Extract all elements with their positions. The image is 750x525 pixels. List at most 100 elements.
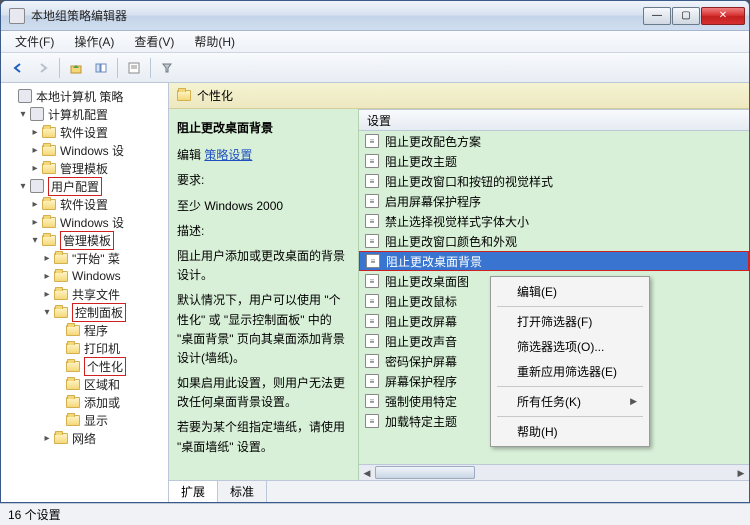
list-item[interactable]: ≡阻止更改窗口颜色和外观 bbox=[359, 231, 749, 251]
tree-panel[interactable]: 本地计算机 策略▾计算机配置▸软件设置▸Windows 设▸管理模板▾用户配置▸… bbox=[1, 83, 169, 502]
up-button[interactable] bbox=[65, 57, 87, 79]
expander-icon[interactable]: ▸ bbox=[41, 270, 53, 282]
filter-button[interactable] bbox=[156, 57, 178, 79]
tree-label: 计算机配置 bbox=[48, 106, 108, 123]
expander-icon[interactable]: ▾ bbox=[17, 108, 29, 120]
expander-icon[interactable]: ▸ bbox=[29, 198, 41, 210]
tree-node[interactable]: 个性化 bbox=[3, 357, 166, 375]
expander-icon[interactable]: ▾ bbox=[41, 306, 53, 318]
tree-node[interactable]: 添加或 bbox=[3, 393, 166, 411]
tree-node[interactable]: ▾ 计算机配置 bbox=[3, 105, 166, 123]
list-item-label: 密码保护屏幕 bbox=[385, 353, 457, 370]
tree-label: 控制面板 bbox=[72, 303, 126, 322]
close-button[interactable]: ✕ bbox=[701, 7, 745, 25]
scroll-right-icon[interactable]: ▶ bbox=[733, 465, 749, 480]
scroll-left-icon[interactable]: ◀ bbox=[359, 465, 375, 480]
expander-icon[interactable]: ▸ bbox=[41, 432, 53, 444]
context-menu-item[interactable]: 打开筛选器(F) bbox=[493, 309, 647, 334]
tree-node[interactable]: ▾ 用户配置 bbox=[3, 177, 166, 195]
tree-node[interactable]: ▸"开始" 菜 bbox=[3, 249, 166, 267]
expander-icon[interactable]: ▸ bbox=[41, 288, 53, 300]
expander-icon[interactable] bbox=[5, 90, 17, 102]
list-item[interactable]: ≡阻止更改配色方案 bbox=[359, 131, 749, 151]
tree-node[interactable]: ▸共享文件 bbox=[3, 285, 166, 303]
content-title: 个性化 bbox=[197, 87, 233, 104]
expander-icon[interactable] bbox=[53, 378, 65, 390]
expander-icon[interactable]: ▸ bbox=[29, 144, 41, 156]
scrollbar-horizontal[interactable]: ◀ ▶ bbox=[359, 464, 749, 480]
context-menu-item[interactable]: 重新应用筛选器(E) bbox=[493, 359, 647, 384]
expander-icon[interactable]: ▸ bbox=[29, 162, 41, 174]
folder-icon bbox=[66, 361, 80, 372]
forward-button[interactable] bbox=[32, 57, 54, 79]
tree-node[interactable]: ▸ Windows 设 bbox=[3, 213, 166, 231]
maximize-button[interactable]: ▢ bbox=[672, 7, 700, 25]
tree-node[interactable]: 打印机 bbox=[3, 339, 166, 357]
list-item-label: 阻止更改窗口和按钮的视觉样式 bbox=[385, 173, 553, 190]
context-menu-item[interactable]: 所有任务(K)▶ bbox=[493, 389, 647, 414]
tab-standard[interactable]: 标准 bbox=[218, 481, 267, 502]
list-column-header[interactable]: 设置 bbox=[359, 109, 749, 131]
expander-icon[interactable] bbox=[53, 324, 65, 336]
show-hide-button[interactable] bbox=[90, 57, 112, 79]
expander-icon[interactable]: ▾ bbox=[17, 180, 29, 192]
tree-node[interactable]: 本地计算机 策略 bbox=[3, 87, 166, 105]
content-panel: 个性化 阻止更改桌面背景 编辑 策略设置 要求: 至少 Windows 2000… bbox=[169, 83, 749, 502]
tree-node[interactable]: ▸ 软件设置 bbox=[3, 123, 166, 141]
tree-node[interactable]: ▸网络 bbox=[3, 429, 166, 447]
setting-icon: ≡ bbox=[365, 334, 379, 348]
folder-icon bbox=[42, 199, 56, 210]
tree-node[interactable]: ▾管理模板 bbox=[3, 231, 166, 249]
expander-icon[interactable]: ▸ bbox=[29, 126, 41, 138]
tree-node[interactable]: ▾ 控制面板 bbox=[3, 303, 166, 321]
list-item[interactable]: ≡阻止更改主题 bbox=[359, 151, 749, 171]
properties-button[interactable] bbox=[123, 57, 145, 79]
tree-node[interactable]: ▸软件设置 bbox=[3, 195, 166, 213]
tree-node[interactable]: 显示 bbox=[3, 411, 166, 429]
tree-label: 管理模板 bbox=[60, 160, 108, 177]
minimize-button[interactable]: — bbox=[643, 7, 671, 25]
context-menu-item[interactable]: 筛选器选项(O)... bbox=[493, 334, 647, 359]
desc-label: 描述: bbox=[177, 222, 350, 241]
tree-node[interactable]: 区域和 bbox=[3, 375, 166, 393]
tree-label: Windows 设 bbox=[60, 214, 124, 231]
menu-action[interactable]: 操作(A) bbox=[64, 31, 124, 52]
folder-icon bbox=[42, 217, 56, 228]
tree-label: 程序 bbox=[84, 322, 108, 339]
menu-item-label: 筛选器选项(O)... bbox=[517, 338, 604, 355]
list-item[interactable]: ≡禁止选择视觉样式字体大小 bbox=[359, 211, 749, 231]
tree-node[interactable]: 程序 bbox=[3, 321, 166, 339]
tree-label: 用户配置 bbox=[48, 177, 102, 196]
menu-file[interactable]: 文件(F) bbox=[5, 31, 64, 52]
expander-icon[interactable] bbox=[53, 396, 65, 408]
expander-icon[interactable] bbox=[53, 342, 65, 354]
tree-label: 个性化 bbox=[84, 357, 126, 376]
expander-icon[interactable] bbox=[53, 360, 65, 372]
menu-help[interactable]: 帮助(H) bbox=[184, 31, 245, 52]
desc-edit-link[interactable]: 策略设置 bbox=[204, 148, 252, 162]
expander-icon[interactable]: ▸ bbox=[29, 216, 41, 228]
tree-node[interactable]: ▸Windows bbox=[3, 267, 166, 285]
folder-icon bbox=[66, 325, 80, 336]
expander-icon[interactable]: ▾ bbox=[29, 234, 41, 246]
scrollbar-thumb[interactable] bbox=[375, 466, 475, 479]
list-item[interactable]: ≡阻止更改窗口和按钮的视觉样式 bbox=[359, 171, 749, 191]
back-button[interactable] bbox=[7, 57, 29, 79]
tree-label: Windows 设 bbox=[60, 142, 124, 159]
tree-label: 软件设置 bbox=[60, 124, 108, 141]
context-menu-item[interactable]: 编辑(E) bbox=[493, 279, 647, 304]
menu-view[interactable]: 查看(V) bbox=[124, 31, 184, 52]
tab-extended[interactable]: 扩展 bbox=[169, 481, 218, 502]
tree-node[interactable]: ▸ 管理模板 bbox=[3, 159, 166, 177]
titlebar[interactable]: 本地组策略编辑器 — ▢ ✕ bbox=[1, 1, 749, 31]
expander-icon[interactable]: ▸ bbox=[41, 252, 53, 264]
desc-title: 阻止更改桌面背景 bbox=[177, 119, 350, 138]
expander-icon[interactable] bbox=[53, 414, 65, 426]
list-item[interactable]: ≡启用屏幕保护程序 bbox=[359, 191, 749, 211]
list-item[interactable]: ≡阻止更改桌面背景 bbox=[359, 251, 749, 271]
context-menu-item[interactable]: 帮助(H) bbox=[493, 419, 647, 444]
setting-icon: ≡ bbox=[365, 234, 379, 248]
tree-node[interactable]: ▸ Windows 设 bbox=[3, 141, 166, 159]
list-item-label: 阻止更改声音 bbox=[385, 333, 457, 350]
setting-icon: ≡ bbox=[365, 354, 379, 368]
